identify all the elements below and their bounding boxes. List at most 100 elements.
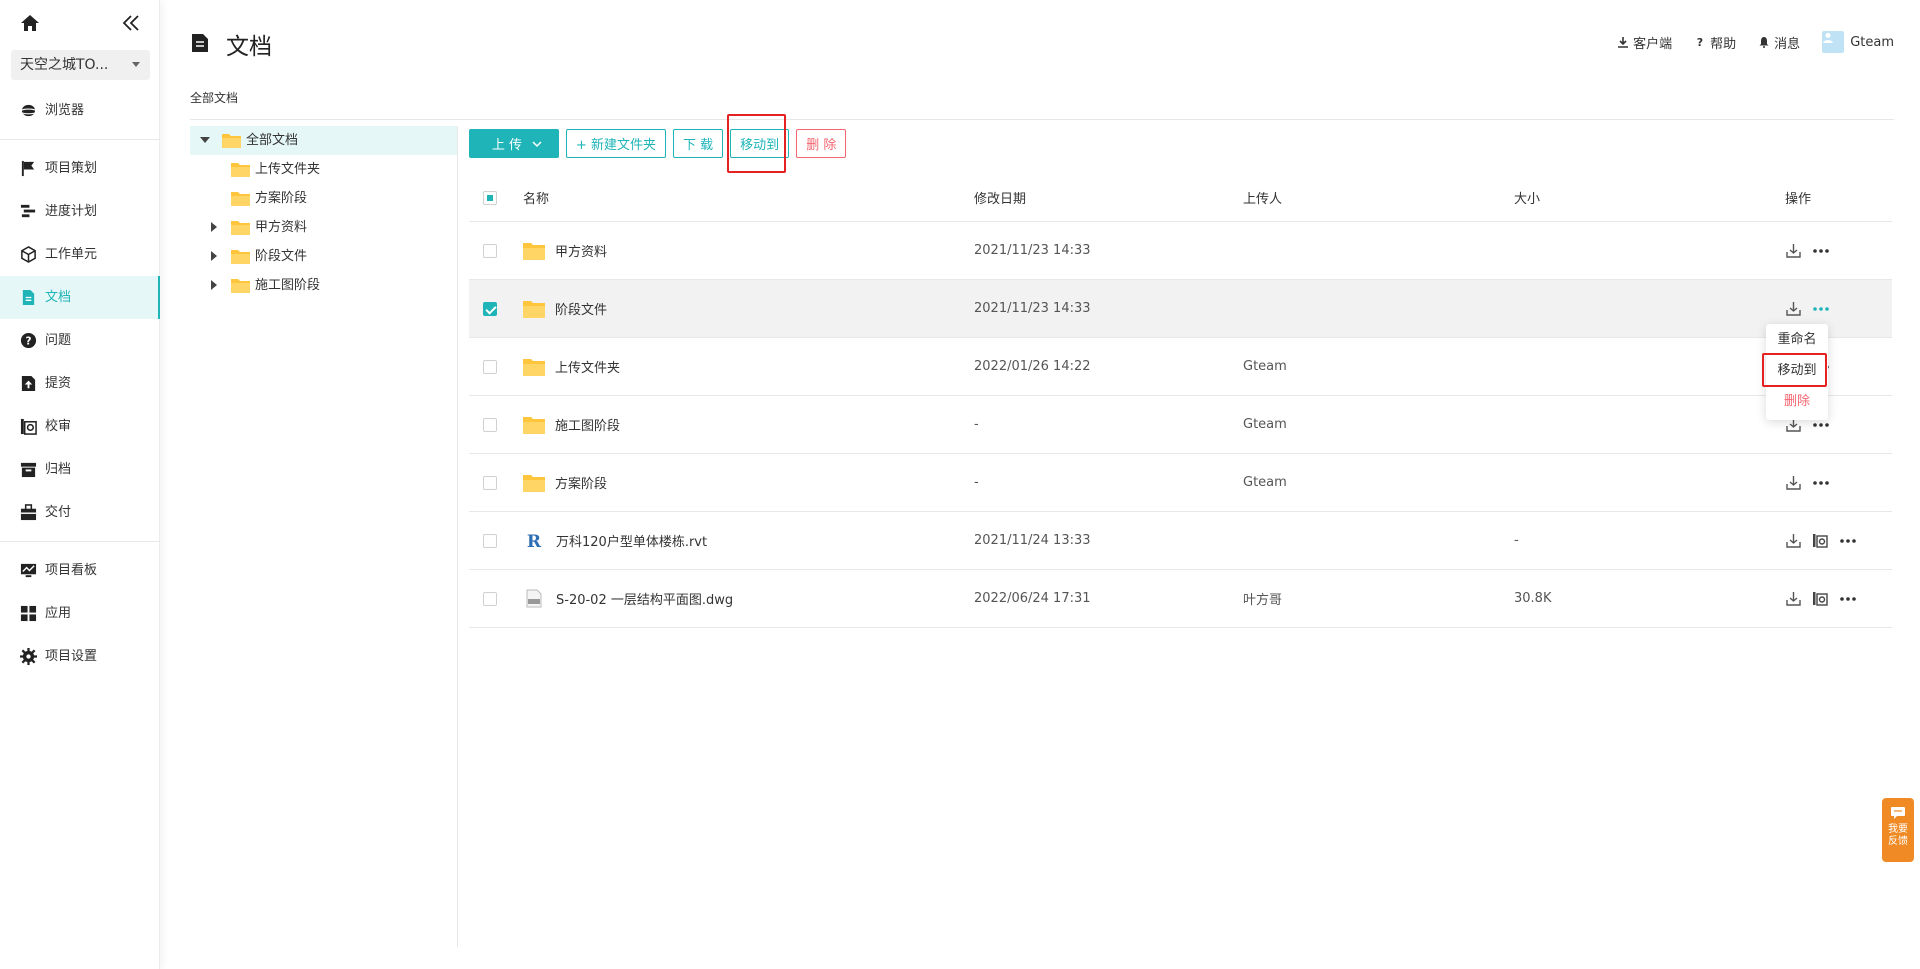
- flag-icon: [21, 160, 35, 177]
- tree-node[interactable]: 阶段文件: [190, 242, 457, 271]
- tree-node[interactable]: 施工图阶段: [190, 271, 457, 300]
- download-icon[interactable]: [1785, 474, 1802, 491]
- sidebar-item-deliver[interactable]: 交付: [0, 491, 160, 534]
- row-checkbox[interactable]: [483, 243, 497, 258]
- row-checkbox[interactable]: [483, 359, 497, 374]
- apps-icon: [20, 605, 37, 622]
- table-row[interactable]: 方案阶段 - Gteam: [469, 454, 1892, 512]
- tree-node-label: 施工图阶段: [255, 278, 321, 293]
- more-icon[interactable]: [1812, 422, 1830, 428]
- document-icon: [192, 34, 208, 52]
- sidebar-item-submit[interactable]: 提资: [0, 362, 160, 405]
- review-icon[interactable]: [1812, 590, 1829, 607]
- folder-icon: [231, 250, 250, 264]
- sidebar-item-issues[interactable]: ? 问题: [0, 319, 160, 362]
- sidebar-item-work-unit[interactable]: 工作单元: [0, 233, 160, 276]
- folder-icon: [523, 474, 545, 492]
- tree-node[interactable]: 甲方资料: [190, 213, 457, 242]
- download-icon[interactable]: [1785, 590, 1802, 607]
- caret-right-icon[interactable]: [211, 280, 217, 290]
- download-icon[interactable]: [1785, 242, 1802, 259]
- row-checkbox[interactable]: [483, 533, 497, 548]
- sidebar-item-review[interactable]: 校审: [0, 405, 160, 448]
- table-row[interactable]: 阶段文件 2021/11/23 14:33: [469, 280, 1892, 338]
- question-icon: ?: [20, 332, 37, 349]
- file-name[interactable]: S-20-02 一层结构平面图.dwg: [556, 589, 733, 608]
- delete-button[interactable]: 删 除: [796, 129, 847, 158]
- svg-text:?: ?: [1697, 36, 1703, 48]
- menu-item-delete[interactable]: 删除: [1766, 386, 1828, 417]
- file-name[interactable]: 甲方资料: [555, 241, 607, 260]
- file-name[interactable]: 阶段文件: [555, 299, 607, 318]
- file-name[interactable]: 上传文件夹: [555, 357, 620, 376]
- uploader: 叶方哥: [1243, 593, 1283, 608]
- modified-date: 2021/11/23 14:33: [974, 243, 1091, 258]
- tree-node-label: 甲方资料: [255, 220, 308, 235]
- tree-node-root[interactable]: 全部文档: [190, 126, 457, 155]
- tree-node[interactable]: 上传文件夹: [190, 155, 457, 184]
- caret-right-icon[interactable]: [211, 222, 217, 232]
- file-name[interactable]: 施工图阶段: [555, 415, 620, 434]
- sidebar-item-label: 项目设置: [45, 649, 98, 664]
- feedback-label: 我要: [1888, 824, 1908, 835]
- more-icon[interactable]: [1839, 538, 1857, 544]
- column-header-date: 修改日期: [974, 192, 1027, 207]
- tree-node[interactable]: 方案阶段: [190, 184, 457, 213]
- menu-item-rename[interactable]: 重命名: [1766, 324, 1828, 355]
- sidebar-item-label: 项目看板: [45, 563, 98, 578]
- table-row[interactable]: 上传文件夹 2022/01/26 14:22 Gteam: [469, 338, 1892, 396]
- row-checkbox[interactable]: [483, 591, 497, 606]
- table-row[interactable]: 施工图阶段 - Gteam: [469, 396, 1892, 454]
- more-icon[interactable]: [1812, 306, 1830, 312]
- sidebar-top: [0, 0, 159, 46]
- sidebar-item-planning[interactable]: 项目策划: [0, 147, 160, 190]
- project-select[interactable]: 天空之城TO...: [11, 50, 150, 80]
- file-size: 30.8K: [1514, 591, 1552, 606]
- caret-down-icon[interactable]: [200, 137, 210, 143]
- more-icon[interactable]: [1839, 596, 1857, 602]
- sidebar-item-dashboard[interactable]: 项目看板: [0, 549, 160, 592]
- sidebar-item-documents[interactable]: 文档: [0, 276, 160, 319]
- sidebar-item-archive[interactable]: 归档: [0, 448, 160, 491]
- upload-button[interactable]: 上 传: [469, 129, 559, 158]
- collapse-icon[interactable]: [120, 12, 142, 34]
- user-menu[interactable]: Gteam: [1822, 31, 1894, 53]
- client-download-link[interactable]: 客户端: [1617, 33, 1672, 52]
- table-header: 名称 修改日期 上传人 大小 操作: [469, 174, 1892, 222]
- sidebar-item-apps[interactable]: 应用: [0, 592, 160, 635]
- sidebar-item-schedule[interactable]: 进度计划: [0, 190, 160, 233]
- help-link[interactable]: ? 帮助: [1694, 33, 1736, 52]
- more-icon[interactable]: [1812, 480, 1830, 486]
- download-button[interactable]: 下 载: [673, 129, 724, 158]
- review-icon[interactable]: [1812, 532, 1829, 549]
- tree-node-label: 全部文档: [246, 133, 299, 148]
- highlight-box: [1762, 353, 1827, 387]
- table-row[interactable]: R 万科120户型单体楼栋.rvt 2021/11/24 13:33 -: [469, 512, 1892, 570]
- table-row[interactable]: 甲方资料 2021/11/23 14:33: [469, 222, 1892, 280]
- row-checkbox[interactable]: [483, 417, 497, 432]
- more-icon[interactable]: [1812, 248, 1830, 254]
- folder-icon: [523, 300, 545, 318]
- select-all-checkbox[interactable]: [483, 190, 497, 205]
- table-row[interactable]: S-20-02 一层结构平面图.dwg 2022/06/24 17:31 叶方哥…: [469, 570, 1892, 628]
- sidebar-item-label: 归档: [45, 462, 72, 477]
- row-checkbox[interactable]: [483, 475, 497, 490]
- dwg-file-icon: [526, 589, 542, 608]
- submit-icon: [21, 375, 36, 392]
- caret-right-icon[interactable]: [211, 251, 217, 261]
- folder-icon: [231, 192, 250, 206]
- messages-link[interactable]: 消息: [1758, 33, 1800, 52]
- file-name[interactable]: 方案阶段: [555, 473, 607, 492]
- sidebar-item-settings[interactable]: 项目设置: [0, 635, 160, 678]
- download-icon[interactable]: [1785, 532, 1802, 549]
- feedback-button[interactable]: 我要 反馈: [1882, 798, 1914, 862]
- row-checkbox[interactable]: [483, 301, 497, 316]
- modified-date: -: [974, 417, 979, 432]
- download-icon[interactable]: [1785, 300, 1802, 317]
- home-icon[interactable]: [20, 13, 40, 33]
- new-folder-button[interactable]: + 新建文件夹: [566, 129, 667, 158]
- sidebar-item-browser[interactable]: 浏览器: [0, 89, 160, 132]
- file-name[interactable]: 万科120户型单体楼栋.rvt: [556, 531, 707, 550]
- modified-date: 2021/11/24 13:33: [974, 533, 1091, 548]
- modified-date: 2022/01/26 14:22: [974, 359, 1091, 374]
